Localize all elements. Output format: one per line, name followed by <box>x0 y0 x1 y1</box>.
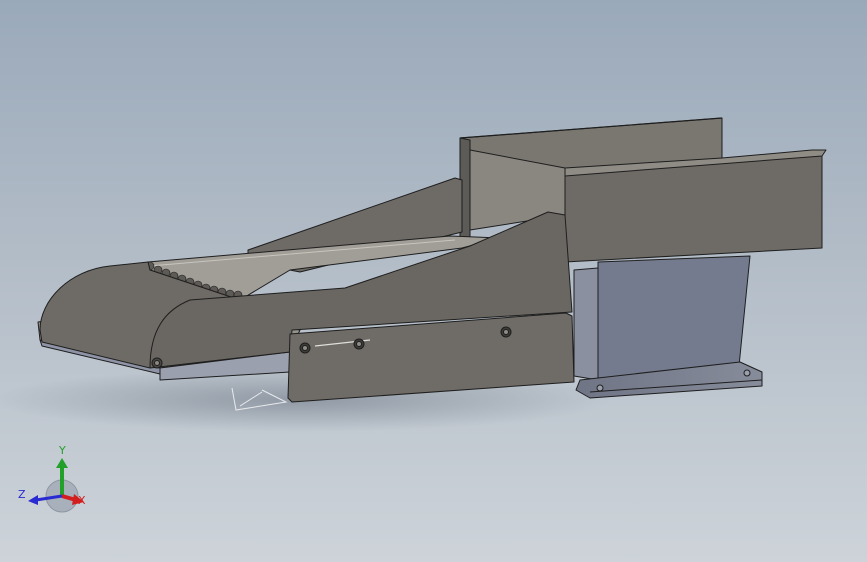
drive-housing[interactable] <box>573 255 763 399</box>
graphics-viewport[interactable]: Y X Z <box>0 0 867 562</box>
mount-bolt <box>596 384 604 392</box>
3d-model-view[interactable] <box>0 0 867 562</box>
z-axis-label: Z <box>18 488 26 501</box>
x-axis-label: X <box>78 494 86 507</box>
coordinate-triad: Y X Z <box>14 438 94 514</box>
y-axis-label: Y <box>58 444 66 457</box>
mount-bolt <box>743 369 751 377</box>
